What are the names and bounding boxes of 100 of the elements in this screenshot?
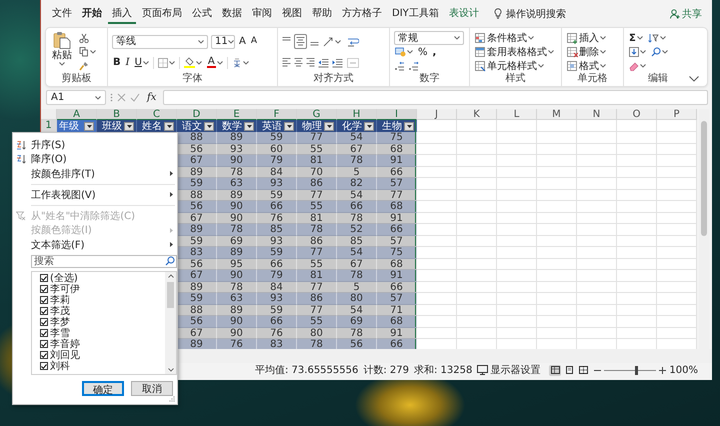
increase-indent-icon[interactable] <box>332 58 343 68</box>
ribbon-tab[interactable]: 文件 <box>48 3 76 24</box>
plus-icon[interactable] <box>659 366 666 374</box>
cell-styles-button[interactable]: 单元格样式 <box>474 60 555 72</box>
column-header[interactable]: N <box>577 109 617 120</box>
merge-cells-icon[interactable] <box>347 58 359 68</box>
filter-dropdown-button[interactable] <box>284 122 294 130</box>
menu-item[interactable]: 降序(O) <box>13 152 177 167</box>
align-right-icon[interactable] <box>306 57 315 68</box>
display-settings-button[interactable]: 显示器设置 <box>477 363 540 377</box>
decrease-decimal-icon[interactable] <box>408 61 419 72</box>
font-color-button[interactable]: A <box>206 57 224 68</box>
caret-icon[interactable] <box>335 40 341 44</box>
column-header[interactable]: O <box>617 109 657 120</box>
caret-icon[interactable] <box>242 60 249 64</box>
checkbox-label[interactable]: 李茂 <box>50 306 70 317</box>
decrease-font-size-button[interactable]: A <box>250 35 258 48</box>
filter-dropdown-button[interactable] <box>324 122 334 130</box>
font-name-dropdown[interactable]: 等线 <box>112 34 208 48</box>
ribbon-tab[interactable]: 插入 <box>108 3 136 24</box>
ribbon-tab[interactable]: 方方格子 <box>338 3 386 24</box>
delete-cells-button[interactable]: 删除 <box>566 46 607 58</box>
share-button[interactable]: 共享 <box>670 6 702 20</box>
italic-button[interactable]: I <box>124 56 131 69</box>
sort-filter-button[interactable] <box>646 33 667 43</box>
column-header[interactable]: A <box>57 109 97 120</box>
header-cell[interactable]: 生物 <box>377 120 417 132</box>
chevron-up-icon[interactable] <box>168 274 174 278</box>
underline-button[interactable]: U <box>134 56 150 69</box>
caret-icon[interactable] <box>636 36 643 40</box>
caret-icon[interactable] <box>454 36 460 40</box>
caret-icon[interactable] <box>142 60 149 64</box>
checkmark-icon[interactable] <box>130 93 140 102</box>
format-cells-button[interactable]: 格式 <box>566 60 607 72</box>
formula-input[interactable] <box>163 90 708 105</box>
tell-me-search[interactable]: 操作说明搜索 <box>494 6 566 20</box>
ribbon-tab[interactable]: 审阅 <box>248 3 276 24</box>
column-header[interactable]: M <box>537 109 577 120</box>
ribbon-tab[interactable]: 页面布局 <box>138 3 186 24</box>
paste-button[interactable]: 粘贴 <box>50 31 74 73</box>
align-left-icon[interactable] <box>282 57 291 68</box>
column-header[interactable]: P <box>657 109 697 120</box>
insert-function-button[interactable]: fx <box>144 92 160 103</box>
row-header[interactable]: 1 <box>41 120 57 132</box>
filter-dropdown-button[interactable] <box>204 122 214 130</box>
checkbox-label[interactable]: 李雪 <box>50 328 70 339</box>
column-header[interactable]: H <box>337 109 377 120</box>
font-size-dropdown[interactable]: 11 <box>211 34 235 48</box>
caret-icon[interactable] <box>95 96 101 100</box>
caret-icon[interactable] <box>548 50 554 54</box>
fill-color-button[interactable] <box>182 57 203 68</box>
caret-icon[interactable] <box>228 40 234 44</box>
menu-item[interactable]: 按颜色排序(T) <box>13 166 177 181</box>
caret-icon[interactable] <box>600 50 606 54</box>
header-cell[interactable]: 数学 <box>217 120 257 132</box>
header-cell[interactable]: 语文 <box>177 120 217 132</box>
accounting-format-button[interactable] <box>394 47 414 58</box>
increase-decimal-icon[interactable] <box>394 61 405 72</box>
checkbox[interactable] <box>40 329 48 338</box>
fill-button[interactable] <box>628 47 647 57</box>
chevron-icon[interactable] <box>689 76 699 82</box>
header-cell[interactable]: 班级 <box>97 120 137 132</box>
comma-style-button[interactable]: , <box>432 46 438 59</box>
header-cell[interactable]: 物理 <box>297 120 337 132</box>
align-center-icon[interactable] <box>294 57 303 68</box>
column-header[interactable]: L <box>497 109 537 120</box>
decrease-indent-icon[interactable] <box>318 58 329 68</box>
chevron-down-icon[interactable] <box>168 368 174 372</box>
search-field[interactable]: 搜索 <box>31 254 177 268</box>
ribbon-tab[interactable]: 帮助 <box>308 3 336 24</box>
wrap-text-icon[interactable] <box>347 36 359 46</box>
autosum-button[interactable]: Σ <box>628 32 644 44</box>
filter-dropdown-button[interactable] <box>364 122 374 130</box>
caret-icon[interactable] <box>662 50 668 54</box>
caret-icon[interactable] <box>600 64 606 68</box>
insert-cells-button[interactable]: 插入 <box>566 32 607 44</box>
header-cell[interactable]: 化学 <box>337 120 377 132</box>
caret-icon[interactable] <box>640 64 646 68</box>
column-header[interactable]: E <box>217 109 257 120</box>
ribbon-tab[interactable]: 表设计 <box>444 3 483 24</box>
name-box[interactable]: A1 <box>46 90 106 105</box>
caret-icon[interactable] <box>198 40 204 44</box>
menu-item[interactable]: 文本筛选(F) <box>13 238 177 252</box>
checkbox[interactable] <box>40 296 48 304</box>
checkbox[interactable] <box>40 307 48 316</box>
bold-button[interactable]: B <box>112 56 122 69</box>
zoom-slider-thumb[interactable] <box>634 366 638 374</box>
column-header[interactable]: I <box>377 109 417 120</box>
caret-icon[interactable] <box>600 36 606 40</box>
caret-icon[interactable] <box>90 50 96 54</box>
copy-button[interactable] <box>78 47 97 57</box>
middle-align-button[interactable] <box>294 34 307 49</box>
checkbox[interactable] <box>40 340 48 348</box>
checkbox[interactable] <box>40 362 48 370</box>
column-header[interactable]: G <box>297 109 337 120</box>
orientation-button[interactable] <box>322 36 342 46</box>
checkbox-label[interactable]: 李梦 <box>50 316 70 328</box>
scrollbar-thumb[interactable] <box>167 282 174 308</box>
ribbon-tab[interactable]: 开始 <box>78 3 106 24</box>
conditional-formatting-button[interactable]: 条件格式 <box>474 32 555 44</box>
